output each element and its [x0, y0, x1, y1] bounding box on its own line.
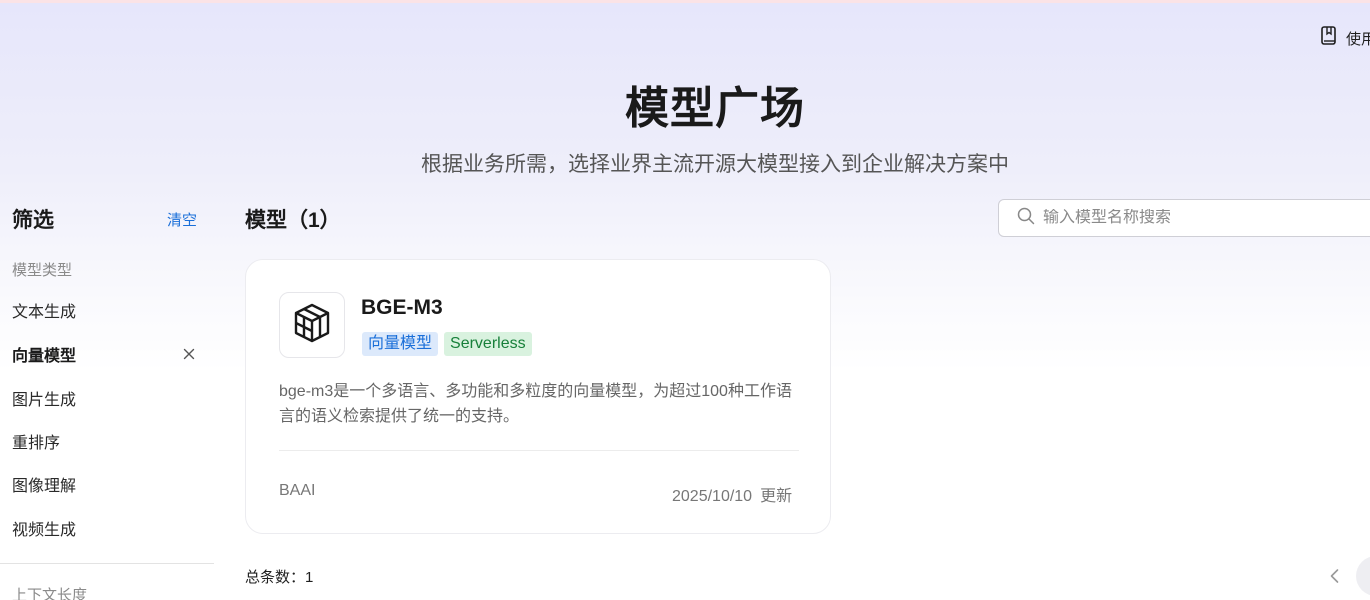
- updated-label: 更新: [760, 488, 793, 505]
- filter-item-text-generation[interactable]: 文本生成: [0, 290, 214, 330]
- filter-item-image-understanding[interactable]: 图像理解: [0, 464, 214, 504]
- sidebar-divider: [0, 563, 214, 564]
- model-provider: BAAI: [279, 482, 316, 499]
- close-icon[interactable]: [181, 346, 197, 362]
- models-count-heading: 模型（1）: [245, 209, 341, 232]
- filter-item-embedding[interactable]: 向量模型: [0, 334, 214, 374]
- page-subtitle: 根据业务所需，选择业界主流开源大模型接入到企业解决方案中: [421, 153, 1009, 176]
- filter-item-video-generation[interactable]: 视频生成: [0, 508, 214, 548]
- serverless-tag: Serverless: [444, 332, 532, 356]
- type-tag: 向量模型: [362, 332, 439, 356]
- model-search-box[interactable]: [998, 199, 1370, 237]
- model-type-group-label: 模型类型: [12, 262, 73, 279]
- filter-title: 筛选: [12, 209, 54, 232]
- filter-item-image-generation[interactable]: 图片生成: [0, 378, 214, 418]
- cube-logo-icon: [290, 301, 334, 350]
- filter-item-rerank[interactable]: 重排序: [0, 421, 214, 461]
- clear-filters-button[interactable]: 清空: [167, 209, 197, 230]
- total-count: 总条数：1: [245, 569, 314, 586]
- usage-guide-link[interactable]: 使用指南: [1320, 26, 1370, 50]
- chevron-left-icon[interactable]: [1326, 567, 1344, 585]
- model-updated: 2025/10/10 更新: [672, 482, 792, 506]
- filter-sidebar: 筛选 清空 模型类型 文本生成 向量模型 图片生成 重排序 图像理解 视频生成 …: [0, 196, 214, 600]
- card-divider: [279, 450, 799, 451]
- page-title: 模型广场: [625, 84, 805, 133]
- context-length-group-label: 上下文长度: [12, 587, 88, 600]
- filter-item-label: 重排序: [12, 435, 61, 452]
- filter-item-label: 图片生成: [12, 392, 77, 409]
- model-card[interactable]: BGE-M3 向量模型 Serverless bge-m3是一个多语言、多功能和…: [245, 259, 831, 534]
- model-name: BGE-M3: [361, 296, 443, 319]
- book-icon: [1320, 26, 1338, 50]
- filter-item-label: 向量模型: [12, 348, 77, 365]
- updated-date: 2025/10/10: [672, 488, 753, 505]
- filter-item-label: 图像理解: [12, 478, 77, 495]
- model-description: bge-m3是一个多语言、多功能和多粒度的向量模型，为超过100种工作语言的语义…: [279, 383, 792, 425]
- search-input[interactable]: [1043, 209, 1343, 227]
- search-icon: [1017, 207, 1035, 230]
- pager-next-button[interactable]: [1356, 556, 1370, 596]
- model-tags: 向量模型 Serverless: [362, 332, 532, 356]
- top-accent-line: [0, 0, 1370, 3]
- model-logo: [279, 292, 345, 358]
- filter-item-label: 文本生成: [12, 304, 77, 321]
- usage-guide-label: 使用指南: [1346, 30, 1370, 48]
- filter-item-label: 视频生成: [12, 522, 77, 539]
